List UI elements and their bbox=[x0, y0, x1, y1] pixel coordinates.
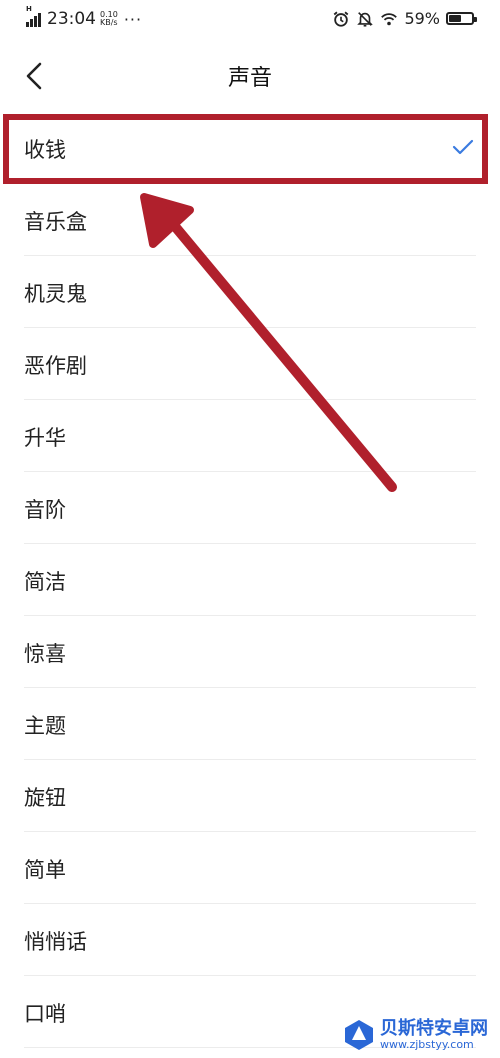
clock: 23:04 bbox=[47, 9, 96, 29]
sound-option[interactable]: 旋钮 bbox=[0, 760, 500, 832]
sound-option[interactable]: 音乐盒 bbox=[0, 184, 500, 256]
sound-option-label: 简单 bbox=[24, 858, 66, 882]
battery-percent: 59% bbox=[404, 9, 440, 28]
more-notifications: ··· bbox=[123, 9, 143, 29]
sound-option-label: 音阶 bbox=[24, 498, 66, 522]
sound-option[interactable]: 恶作剧 bbox=[0, 328, 500, 400]
sound-option[interactable]: 简洁 bbox=[0, 544, 500, 616]
sound-option[interactable]: 升华 bbox=[0, 400, 500, 472]
alarm-icon bbox=[334, 11, 349, 27]
battery-icon bbox=[446, 12, 477, 25]
signal-icon: H bbox=[26, 5, 42, 27]
header: 声音 bbox=[0, 44, 500, 108]
sound-option-label: 惊喜 bbox=[24, 642, 66, 666]
sound-option-label: 旋钮 bbox=[24, 786, 66, 810]
sound-option-label: 机灵鬼 bbox=[24, 282, 87, 306]
sound-option[interactable]: 悄悄话 bbox=[0, 904, 500, 976]
sound-option[interactable]: 简单 bbox=[0, 832, 500, 904]
sound-option[interactable]: 主题 bbox=[0, 688, 500, 760]
highlight-box bbox=[3, 114, 488, 184]
sound-option-label: 音乐盒 bbox=[24, 210, 87, 234]
sound-option[interactable]: 音阶 bbox=[0, 472, 500, 544]
mute-bell-icon bbox=[357, 11, 374, 27]
sound-option-label: 悄悄话 bbox=[24, 930, 87, 954]
status-bar: H 23:04 0.10 KB/s ··· 59% bbox=[0, 0, 500, 40]
site-logo-icon bbox=[345, 1020, 373, 1050]
sound-option-label: 主题 bbox=[24, 714, 66, 738]
sound-option-label: 简洁 bbox=[24, 570, 66, 594]
sound-option[interactable]: 机灵鬼 bbox=[0, 256, 500, 328]
sound-option-label: 恶作剧 bbox=[24, 354, 87, 378]
watermark-name: 贝斯特安卓网 bbox=[380, 1018, 488, 1039]
sound-option[interactable]: 惊喜 bbox=[0, 616, 500, 688]
watermark: 贝斯特安卓网 www.zjbstyy.com bbox=[342, 1018, 488, 1052]
page-title: 声音 bbox=[227, 66, 272, 91]
wifi-icon bbox=[381, 12, 398, 25]
watermark-url: www.zjbstyy.com bbox=[380, 1038, 474, 1051]
sound-option-label: 口哨 bbox=[24, 1002, 66, 1026]
sound-option-label: 升华 bbox=[24, 426, 66, 450]
net-speed: 0.10 KB/s bbox=[100, 10, 118, 27]
sound-list: 收钱 音乐盒 机灵鬼 恶作剧 升华 音阶 简洁 惊喜 主题 旋钮 简单 悄悄话 口哨 bbox=[0, 112, 500, 1048]
